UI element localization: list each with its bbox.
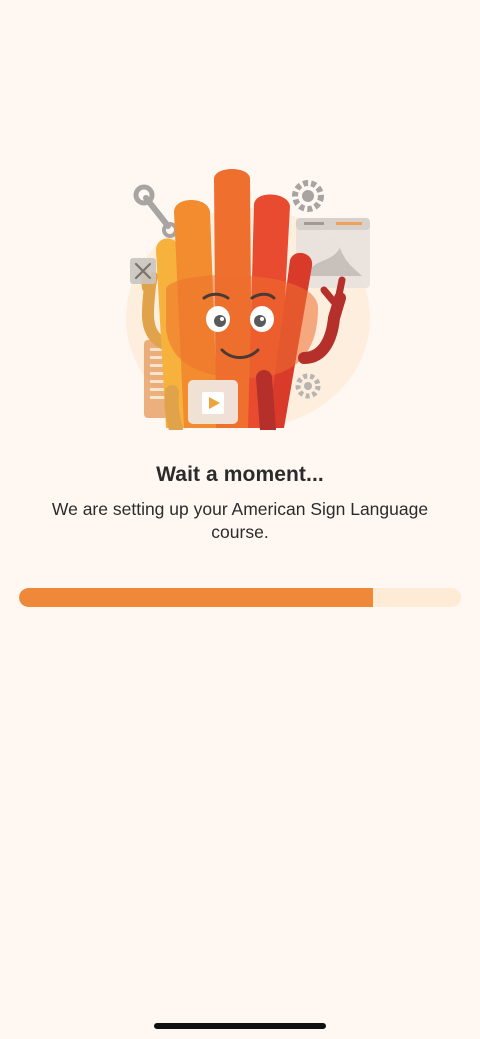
gear-icon bbox=[292, 180, 324, 212]
loading-title: Wait a moment... bbox=[156, 463, 324, 486]
close-icon bbox=[130, 258, 156, 284]
wrench-icon bbox=[133, 184, 178, 238]
progress-bar-fill bbox=[19, 588, 373, 607]
loading-message: We are setting up your American Sign Lan… bbox=[51, 499, 429, 542]
home-indicator[interactable] bbox=[154, 1023, 326, 1029]
play-icon bbox=[188, 380, 238, 424]
hand-mascot-illustration bbox=[118, 168, 378, 438]
progress-bar bbox=[19, 588, 461, 607]
